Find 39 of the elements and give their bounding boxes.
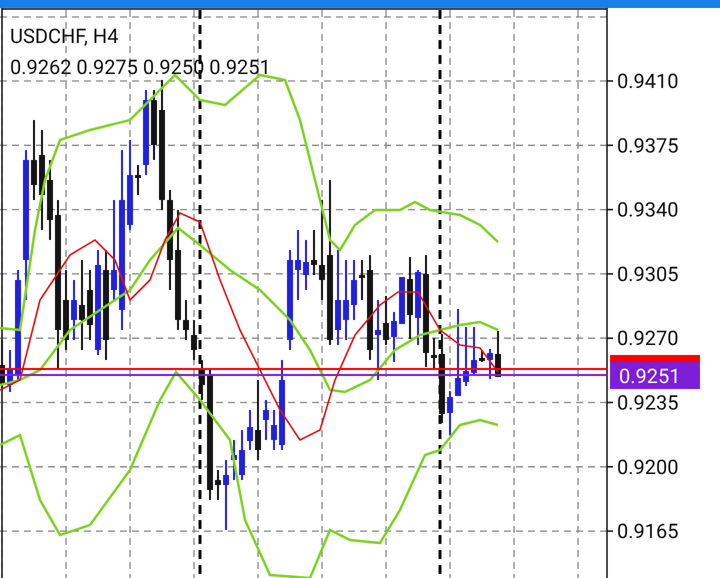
candle bbox=[183, 300, 189, 340]
candle bbox=[71, 280, 77, 340]
candle bbox=[151, 90, 157, 160]
candle bbox=[135, 165, 141, 195]
candle bbox=[295, 230, 301, 300]
candle bbox=[87, 270, 93, 340]
candle bbox=[271, 410, 277, 450]
candle bbox=[239, 430, 245, 480]
candle bbox=[479, 350, 485, 362]
candle bbox=[359, 260, 365, 300]
price-label: 0.9235 bbox=[617, 390, 678, 414]
symbol-title: USDCHF, H4 bbox=[10, 24, 118, 48]
price-label: 0.9305 bbox=[617, 262, 678, 286]
ohlc-values: 0.9262 0.9275 0.9250 0.9251 bbox=[10, 55, 271, 79]
candle bbox=[311, 230, 317, 275]
candle bbox=[303, 240, 309, 290]
current-price-tag: 0.9251 bbox=[610, 362, 700, 389]
candle bbox=[487, 349, 493, 379]
candle bbox=[391, 312, 397, 362]
price-label: 0.9165 bbox=[617, 519, 678, 544]
price-label: 0.9340 bbox=[617, 198, 678, 222]
candle bbox=[263, 400, 269, 440]
candle bbox=[191, 320, 197, 360]
price-label: 0.9270 bbox=[617, 326, 678, 350]
candle bbox=[247, 410, 253, 450]
candle bbox=[231, 440, 237, 480]
price-label: 0.9200 bbox=[617, 454, 678, 479]
candle bbox=[223, 460, 229, 530]
candle bbox=[199, 360, 205, 400]
candle bbox=[351, 260, 357, 320]
candle bbox=[399, 277, 405, 324]
price-label: 0.9375 bbox=[617, 133, 678, 158]
candle bbox=[215, 470, 221, 500]
candle bbox=[431, 338, 437, 368]
candle bbox=[463, 327, 469, 386]
candle bbox=[471, 327, 477, 375]
candle bbox=[383, 296, 389, 345]
candle bbox=[447, 391, 453, 435]
price-label: 0.9410 bbox=[617, 69, 678, 93]
